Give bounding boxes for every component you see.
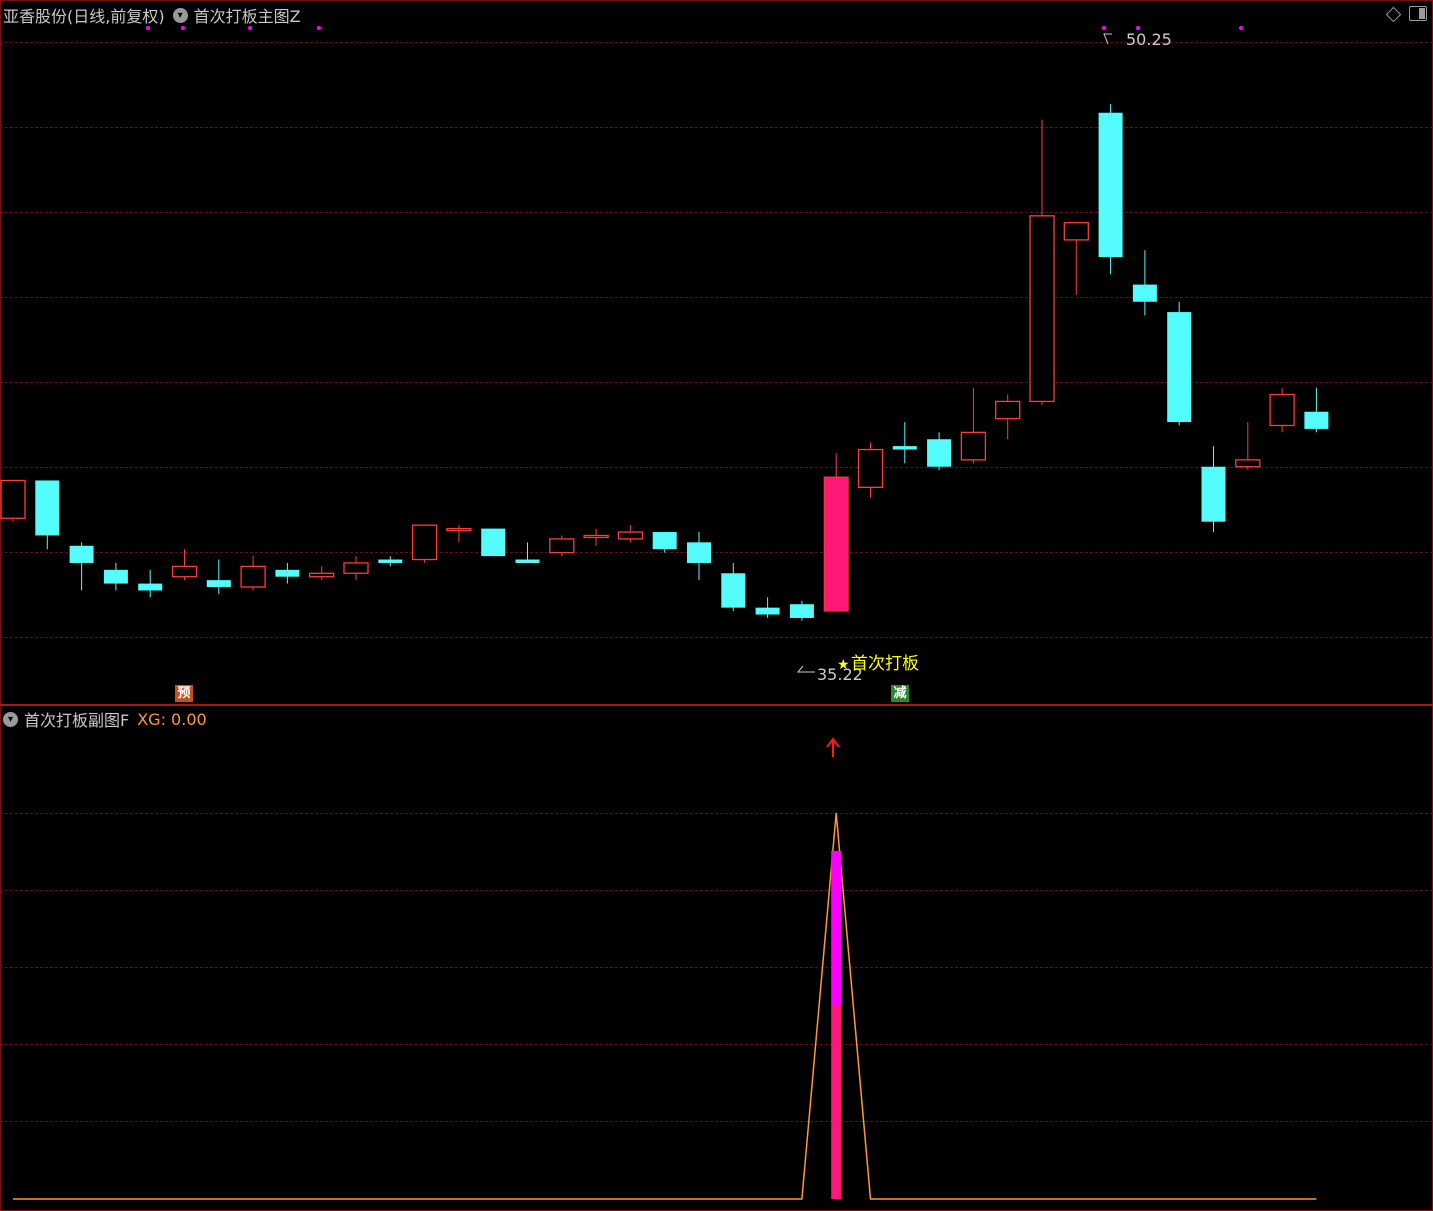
candle-body (823, 476, 849, 612)
candle-body (206, 580, 231, 588)
candle-body (1132, 284, 1157, 302)
candle-body (1235, 459, 1261, 468)
xg-series (13, 812, 1317, 1200)
candle[interactable] (411, 524, 438, 563)
candle-body (343, 562, 369, 574)
low-pointer-icon (796, 665, 815, 673)
candle[interactable] (481, 528, 506, 557)
candle-body (69, 545, 94, 563)
badge-reduce: 减 (891, 685, 909, 702)
candle[interactable] (103, 562, 128, 591)
candle-body (687, 542, 711, 563)
candle[interactable] (1167, 301, 1192, 426)
marker-dot (248, 26, 252, 30)
candle-body (721, 573, 746, 608)
candle-body (35, 480, 60, 536)
spike-bar-lower (831, 1006, 842, 1199)
candle-body (892, 446, 917, 450)
marker-dot (1239, 26, 1243, 30)
candle[interactable] (378, 556, 403, 567)
candle[interactable] (892, 422, 917, 464)
price-chart[interactable]: 50.25 35.22 ★ 首次打板 (0, 0, 1433, 1211)
badge-pre: 预 (175, 685, 193, 702)
candle[interactable] (857, 442, 884, 498)
candle[interactable] (515, 542, 540, 563)
candle[interactable] (0, 479, 26, 522)
xg-line (13, 812, 1317, 1200)
candle[interactable] (309, 566, 335, 581)
candle-series (0, 104, 1329, 621)
candle[interactable] (1098, 104, 1123, 275)
candle[interactable] (687, 532, 711, 581)
candle-body (171, 565, 198, 578)
candle[interactable] (206, 559, 231, 594)
candle[interactable] (995, 394, 1021, 440)
candle[interactable] (240, 556, 266, 591)
marker-dot (181, 26, 185, 30)
candle[interactable] (583, 528, 609, 546)
candle[interactable] (755, 597, 780, 618)
candle[interactable] (1304, 387, 1329, 433)
candle-body (755, 607, 780, 615)
candle-body (857, 448, 884, 489)
candle[interactable] (1029, 119, 1055, 405)
candle[interactable] (549, 535, 575, 557)
high-pointer-icon (1103, 33, 1112, 45)
candle-body (789, 604, 814, 618)
candle-body (411, 524, 438, 561)
candle[interactable] (446, 525, 472, 543)
candle-body (103, 569, 128, 584)
candle[interactable] (343, 556, 369, 581)
candle-body (617, 531, 644, 540)
candle-body (1167, 312, 1192, 423)
candle[interactable] (1063, 222, 1089, 295)
candle[interactable] (960, 387, 987, 464)
candle[interactable] (789, 600, 814, 621)
candle[interactable] (823, 452, 849, 612)
candle-body (240, 565, 266, 588)
candle-body (1063, 222, 1089, 241)
candle-body (1098, 112, 1123, 258)
candle[interactable] (1269, 387, 1295, 433)
candle-body (481, 528, 506, 557)
candle-body (0, 479, 26, 519)
candle[interactable] (138, 569, 163, 598)
candle[interactable] (171, 549, 198, 581)
candle-body (515, 559, 540, 563)
candle-body (960, 431, 987, 461)
candle-body (1269, 393, 1295, 427)
high-price-label: 50.25 (1126, 30, 1172, 49)
candle[interactable] (35, 480, 60, 550)
marker-dot (146, 26, 150, 30)
candle[interactable] (721, 562, 746, 612)
candle-body (1029, 215, 1055, 403)
candle[interactable] (275, 562, 300, 584)
candle[interactable] (652, 532, 677, 553)
candle-body (1304, 411, 1329, 429)
candle-body (378, 559, 403, 563)
star-icon: ★ (837, 657, 850, 673)
candle-body (652, 532, 677, 550)
candle-body (275, 569, 300, 577)
spike-bar-upper (831, 851, 842, 1006)
candle[interactable] (1235, 422, 1261, 471)
candle-body (446, 527, 472, 532)
marker-dot (1102, 26, 1106, 30)
candle[interactable] (617, 525, 644, 543)
candle[interactable] (1201, 446, 1226, 533)
candle[interactable] (69, 542, 94, 591)
up-arrow-icon (826, 737, 840, 757)
candle-body (549, 538, 575, 554)
candle-body (927, 439, 952, 467)
candle-body (138, 583, 163, 591)
marker-dot (317, 26, 321, 30)
candle[interactable] (1132, 250, 1157, 316)
signal-text: 首次打板 (851, 654, 919, 674)
candle-body (995, 400, 1021, 420)
candle-body (583, 534, 609, 539)
candle[interactable] (927, 432, 952, 471)
candle-body (1201, 466, 1226, 522)
candle-body (309, 572, 335, 578)
